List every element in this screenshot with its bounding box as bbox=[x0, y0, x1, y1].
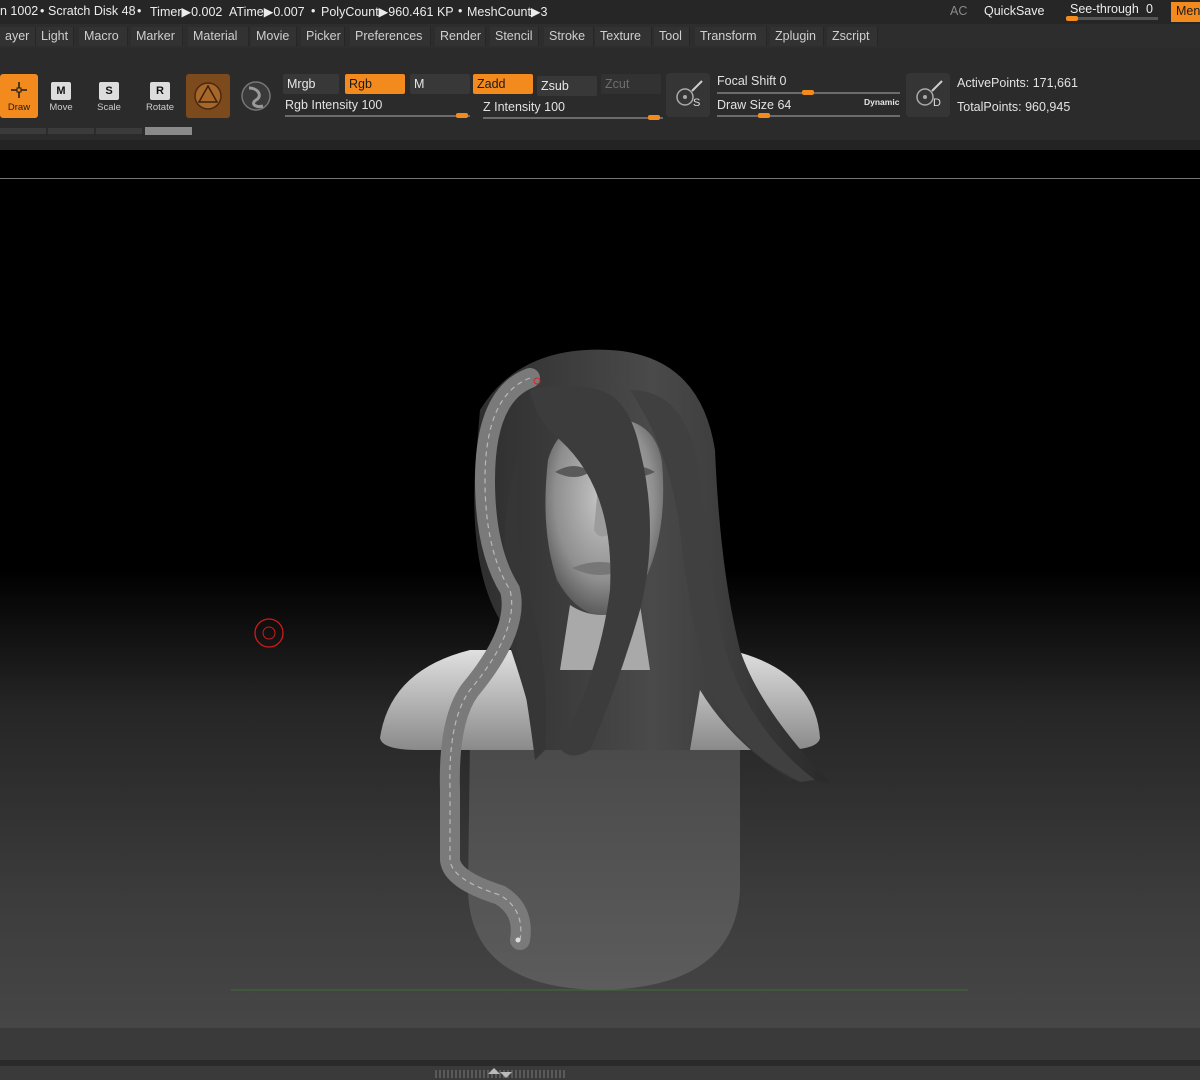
draw-icon bbox=[11, 82, 27, 98]
draw-size-value: 64 bbox=[777, 98, 792, 112]
rgb-intensity-track[interactable] bbox=[285, 115, 470, 117]
zsub-button[interactable]: Zsub bbox=[537, 76, 597, 96]
menu-light[interactable]: Light bbox=[36, 27, 74, 46]
draw-size-label: Draw Size bbox=[717, 98, 774, 112]
draw-size-handle[interactable] bbox=[758, 113, 770, 118]
lightbox-d-key: D bbox=[933, 97, 941, 109]
shelf-scroll-tab-active[interactable] bbox=[145, 127, 192, 135]
dot-separator: • bbox=[40, 4, 45, 18]
ac-button[interactable]: AC bbox=[950, 4, 967, 18]
seethrough-label: See-through bbox=[1070, 2, 1139, 16]
menu-tool[interactable]: Tool bbox=[654, 27, 690, 46]
draw-size-slider[interactable]: Draw Size 64 bbox=[717, 98, 791, 112]
z-intensity-slider[interactable]: Z Intensity 100 bbox=[483, 100, 565, 114]
timer-readout: Timer▶0.002 bbox=[150, 5, 223, 19]
scale-icon: S bbox=[99, 82, 119, 100]
menu-marker[interactable]: Marker bbox=[131, 27, 183, 46]
menu-bar: ayer Light Macro Marker Material Movie P… bbox=[0, 24, 1200, 48]
focal-shift-label: Focal Shift bbox=[717, 74, 777, 88]
menu-texture[interactable]: Texture bbox=[595, 27, 652, 46]
dynamic-toggle[interactable]: Dynamic bbox=[864, 97, 899, 107]
zadd-button[interactable]: Zadd bbox=[473, 74, 533, 94]
quicksave-button[interactable]: QuickSave bbox=[984, 4, 1044, 18]
rotate-icon: R bbox=[150, 82, 170, 100]
bottom-divider bbox=[0, 1060, 1200, 1066]
material-sphere-icon bbox=[194, 82, 222, 110]
scratch-disk-readout: Scratch Disk 48 bbox=[48, 4, 136, 18]
tray-down-arrow-icon[interactable] bbox=[500, 1072, 512, 1078]
bust-base bbox=[468, 742, 740, 990]
sculpt-model[interactable] bbox=[0, 150, 1200, 1028]
z-intensity-handle[interactable] bbox=[648, 115, 660, 120]
shelf-scroll-tab[interactable] bbox=[96, 128, 142, 134]
scale-button[interactable]: S Scale bbox=[94, 82, 124, 113]
lightbox-brush-button[interactable]: S bbox=[666, 73, 710, 117]
dot-separator: • bbox=[458, 4, 463, 18]
menu-picker[interactable]: Picker bbox=[301, 27, 345, 46]
atime-readout: ATime▶0.007 bbox=[229, 5, 305, 19]
menu-layer[interactable]: ayer bbox=[0, 27, 36, 46]
menu-stencil[interactable]: Stencil bbox=[490, 27, 539, 46]
lightbox-document-button[interactable]: D bbox=[906, 73, 950, 117]
menu-macro[interactable]: Macro bbox=[79, 27, 128, 46]
rotate-button[interactable]: R Rotate bbox=[143, 82, 177, 113]
scale-label: Scale bbox=[97, 102, 121, 113]
active-points-readout: ActivePoints: 171,661 bbox=[957, 76, 1078, 90]
z-intensity-value: 100 bbox=[544, 100, 566, 114]
seethrough-value: 0 bbox=[1146, 2, 1153, 16]
menus-toggle-button[interactable]: Menus bbox=[1171, 2, 1200, 22]
brush-cursor-icon bbox=[254, 618, 284, 648]
menu-render[interactable]: Render bbox=[435, 27, 486, 46]
curve-end-point bbox=[515, 937, 521, 943]
move-label: Move bbox=[49, 102, 73, 113]
meshcount-readout: MeshCount▶3 bbox=[467, 5, 548, 19]
move-button[interactable]: M Move bbox=[46, 82, 76, 113]
focal-shift-handle[interactable] bbox=[802, 90, 814, 95]
lightbox-s-icon bbox=[676, 80, 703, 106]
rgb-intensity-handle[interactable] bbox=[456, 113, 468, 118]
menu-transform[interactable]: Transform bbox=[695, 27, 767, 46]
move-icon: M bbox=[51, 82, 71, 100]
rgb-intensity-label: Rgb Intensity bbox=[285, 98, 358, 112]
z-intensity-label: Z Intensity bbox=[483, 100, 541, 114]
seethrough-slider[interactable] bbox=[1066, 17, 1158, 20]
menu-movie[interactable]: Movie bbox=[251, 27, 297, 46]
m-button[interactable]: M bbox=[410, 74, 470, 94]
alpha-picker-button[interactable] bbox=[236, 74, 276, 118]
lightbox-s-key: S bbox=[693, 97, 701, 109]
tray-up-arrow-icon[interactable] bbox=[488, 1068, 500, 1074]
canvas-viewport[interactable] bbox=[0, 150, 1200, 1028]
shelf-scroll-tab[interactable] bbox=[0, 128, 46, 134]
rgb-button[interactable]: Rgb bbox=[345, 74, 405, 94]
focal-shift-slider[interactable]: Focal Shift 0 bbox=[717, 74, 787, 88]
total-points-readout: TotalPoints: 960,945 bbox=[957, 100, 1071, 114]
dot-separator: • bbox=[311, 4, 316, 18]
alpha-icon bbox=[241, 81, 271, 111]
menu-zscript[interactable]: Zscript bbox=[827, 27, 878, 46]
shelf-scroll-tab[interactable] bbox=[48, 128, 94, 134]
lightbox-d-icon bbox=[916, 80, 943, 106]
menu-preferences[interactable]: Preferences bbox=[350, 27, 431, 46]
polycount-readout: PolyCount▶960.461 KP bbox=[321, 5, 454, 19]
rgb-intensity-slider[interactable]: Rgb Intensity 100 bbox=[285, 98, 382, 112]
menu-stroke[interactable]: Stroke bbox=[544, 27, 594, 46]
menu-zplugin[interactable]: Zplugin bbox=[770, 27, 824, 46]
dot-separator: • bbox=[137, 4, 142, 18]
seethrough-slider-handle[interactable] bbox=[1066, 16, 1078, 21]
status-bar: n 1002 • Scratch Disk 48 • Timer▶0.002 A… bbox=[0, 0, 1200, 24]
mem-readout: n 1002 bbox=[0, 4, 39, 18]
rotate-label: Rotate bbox=[146, 102, 174, 113]
draw-size-track[interactable] bbox=[717, 115, 900, 117]
material-picker-button[interactable] bbox=[186, 74, 230, 118]
rgb-intensity-value: 100 bbox=[361, 98, 383, 112]
mrgb-button[interactable]: Mrgb bbox=[283, 74, 339, 94]
bottom-tray bbox=[0, 1028, 1200, 1080]
shelf-divider bbox=[0, 140, 1200, 150]
menu-material[interactable]: Material bbox=[188, 27, 249, 46]
draw-label: Draw bbox=[7, 102, 31, 113]
zcut-button[interactable]: Zcut bbox=[601, 74, 661, 94]
draw-button[interactable]: Draw bbox=[0, 74, 38, 118]
focal-shift-value: 0 bbox=[779, 74, 787, 88]
z-intensity-track[interactable] bbox=[483, 117, 663, 119]
